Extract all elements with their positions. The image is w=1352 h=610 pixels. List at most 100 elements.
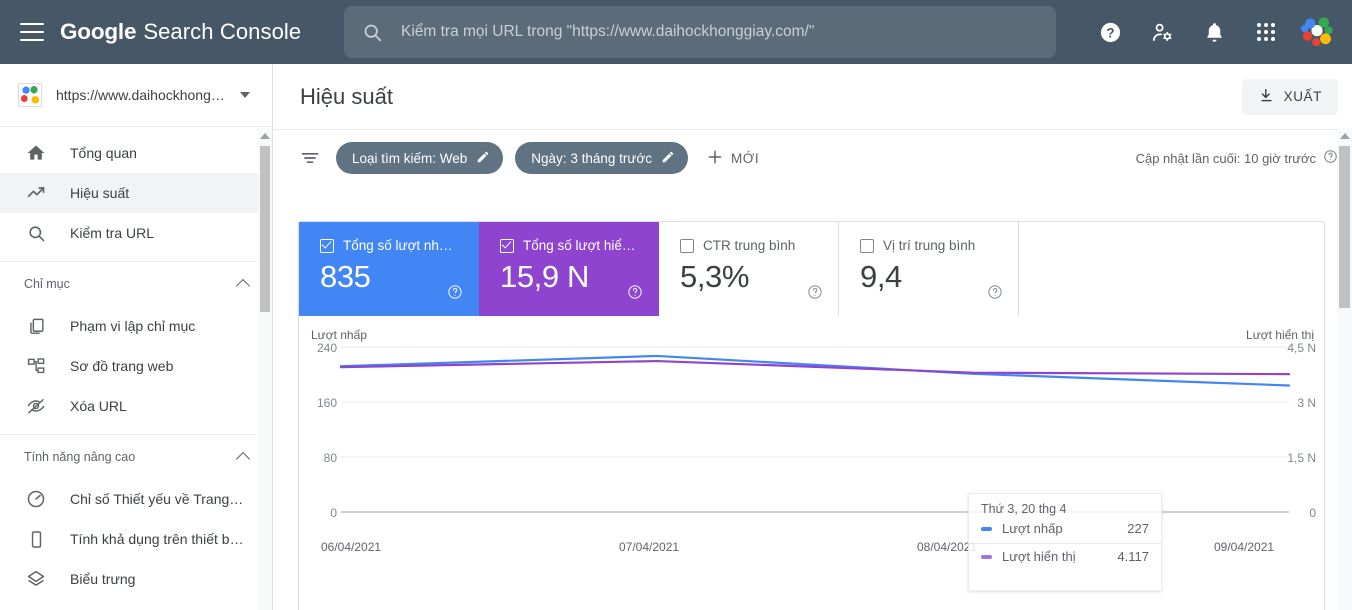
sidebar-item-overview[interactable]: Tổng quan [0,133,272,173]
sidebar-item-removals[interactable]: Xóa URL [0,386,272,426]
metric-cards: Tổng số lượt nh… 835 Tổng số lượt hiể… 1… [299,222,1324,316]
help-circle-icon[interactable] [987,284,1003,305]
sidebar-item-label: Sơ đồ trang web [70,358,174,374]
search-icon [362,22,383,43]
sidebar-item-url-inspection[interactable]: Kiểm tra URL [0,213,272,253]
sidebar: https://www.daihockhonggia… Tổng quan Hi… [0,64,273,610]
chart-canvas [339,346,1291,513]
sidebar-item-performance[interactable]: Hiệu suất [0,173,272,213]
eye-off-icon [24,396,48,416]
sidebar-group-label: Tính năng nâng cao [24,450,136,464]
sidebar-group-enhancements[interactable]: Tính năng nâng cao [0,435,272,479]
sidebar-item-sitemaps[interactable]: Sơ đồ trang web [0,346,272,386]
site-favicon-icon [18,83,42,107]
add-filter-button[interactable]: MỚI [706,148,759,169]
pencil-icon[interactable] [476,150,490,167]
trending-up-icon [24,183,48,203]
filter-chip-label: Ngày: 3 tháng trước [531,150,652,166]
y-tick-right: 1,5 N [1287,451,1316,465]
metric-card-label: Vị trí trung bình [883,238,976,253]
notifications-bell-icon[interactable] [1192,10,1236,54]
google-apps-grid-icon[interactable] [1244,10,1288,54]
y-tick-left: 80 [323,451,337,465]
layers-diamond-icon [24,569,48,589]
help-circle-icon[interactable] [807,284,823,305]
scroll-up-arrow-icon[interactable] [260,133,270,139]
sidebar-scrollbar[interactable] [258,128,272,610]
metric-card-total-clicks[interactable]: Tổng số lượt nh… 835 [299,222,479,316]
property-selector[interactable]: https://www.daihockhonggia… [0,64,272,127]
filter-list-icon[interactable] [300,148,322,168]
main-content: Hiệu suất XUẤT Loại tìm kiếm: Web Ngày: … [273,64,1352,610]
sidebar-item-mobile-usability[interactable]: Tính khả dụng trên thiết bị… [0,519,272,559]
page-header: Hiệu suất XUẤT [273,64,1352,130]
filter-chip-date[interactable]: Ngày: 3 tháng trước [515,142,688,174]
property-name: https://www.daihockhonggia… [56,87,232,103]
sidebar-item-label: Xóa URL [70,398,127,414]
x-tick: 09/04/2021 [1214,540,1275,554]
svg-text:?: ? [1106,25,1114,40]
sidebar-group-index[interactable]: Chỉ mục [0,262,272,306]
checkbox-checked-icon[interactable] [500,238,514,253]
brand-product-text: Search Console [143,19,302,44]
checkbox-checked-icon[interactable] [320,238,334,253]
filter-bar: Loại tìm kiếm: Web Ngày: 3 tháng trước M… [273,130,1352,186]
url-inspection-search-box[interactable] [344,6,1056,58]
sitemap-icon [24,357,48,376]
chevron-down-icon [240,92,250,98]
search-icon [24,224,48,243]
page-scrollbar[interactable] [1337,128,1352,610]
y-tick-right: 4,5 N [1287,341,1316,355]
pencil-icon[interactable] [661,150,675,167]
y-tick-left: 160 [316,396,337,410]
checkbox-unchecked-icon[interactable] [680,238,694,253]
top-app-bar: Google Search Console ? [0,0,1352,64]
sidebar-item-logos[interactable]: Biểu trưng [0,559,272,599]
y-tick-left: 0 [330,506,337,520]
sidebar-item-label: Tổng quan [70,145,137,161]
scrollbar-thumb[interactable] [260,146,270,312]
checkbox-unchecked-icon[interactable] [860,238,874,253]
metric-card-label: Tổng số lượt nh… [343,238,453,253]
filter-chip-search-type[interactable]: Loại tìm kiếm: Web [336,142,504,174]
sidebar-item-core-web-vitals[interactable]: Chỉ số Thiết yếu về Trang … [0,479,272,519]
y-tick-right: 0 [1309,506,1316,520]
metric-card-average-position[interactable]: Vị trí trung bình 9,4 [839,222,1019,316]
add-filter-label: MỚI [731,150,760,166]
sidebar-item-label: Tính khả dụng trên thiết bị… [70,531,247,547]
metric-card-header: Vị trí trung bình [860,238,1018,253]
sidebar-group-label: Chỉ mục [24,277,70,291]
account-settings-icon[interactable] [1140,10,1184,54]
download-icon [1258,87,1275,107]
y-tick-right: 3 N [1297,396,1316,410]
metric-card-total-impressions[interactable]: Tổng số lượt hiể… 15,9 N [479,222,659,316]
plus-icon [706,148,724,169]
performance-chart[interactable]: Lượt nhấp Lượt hiển thị 240 160 80 0 4,5… [299,316,1324,610]
sidebar-item-index-coverage[interactable]: Phạm vi lập chỉ mục [0,306,272,346]
page-title: Hiệu suất [300,83,393,109]
help-circle-icon[interactable] [1323,149,1338,167]
top-bar-icons: ? [1084,0,1338,64]
metric-card-label: Tổng số lượt hiể… [523,238,636,253]
help-icon[interactable]: ? [1088,10,1132,54]
x-tick: 08/04/2021 [917,540,978,554]
x-tick: 07/04/2021 [619,540,680,554]
chevron-up-icon [235,451,251,467]
help-circle-icon[interactable] [447,284,463,305]
scrollbar-thumb[interactable] [1339,146,1350,308]
export-button[interactable]: XUẤT [1241,78,1338,115]
last-updated: Cập nhật lần cuối: 10 giờ trước [1136,149,1338,167]
sidebar-item-label: Hiệu suất [70,185,130,201]
avatar[interactable] [1300,15,1334,49]
last-updated-label: Cập nhật lần cuối: 10 giờ trước [1135,150,1316,166]
metric-card-average-ctr[interactable]: CTR trung bình 5,3% [659,222,839,316]
scroll-up-arrow-icon[interactable] [1339,133,1350,139]
brand-logo[interactable]: Google Search Console [60,19,301,45]
metric-card-header: Tổng số lượt nh… [320,238,478,253]
metric-card-header: CTR trung bình [680,238,838,253]
chevron-up-icon [235,278,251,294]
hamburger-menu-icon[interactable] [20,23,44,41]
performance-panel: Tổng số lượt nh… 835 Tổng số lượt hiể… 1… [298,221,1325,610]
search-input[interactable] [399,6,1056,58]
help-circle-icon[interactable] [627,284,643,305]
